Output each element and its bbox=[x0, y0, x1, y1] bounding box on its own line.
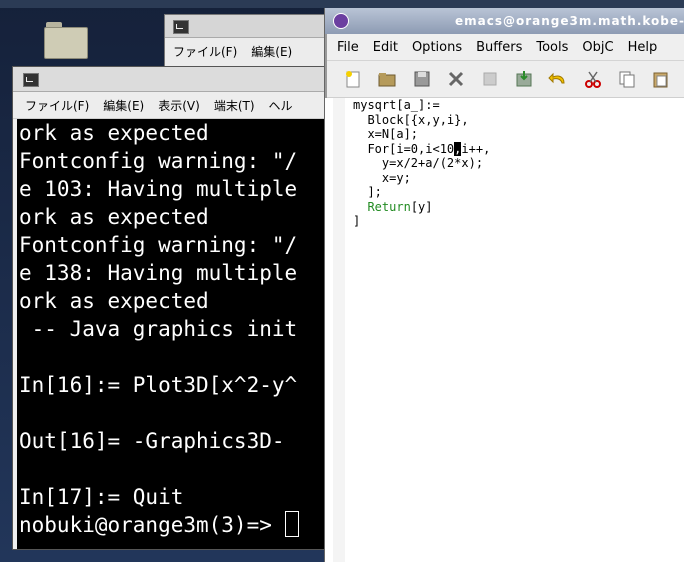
menu-edit[interactable]: Edit bbox=[373, 40, 398, 55]
menu-help[interactable]: Help bbox=[628, 40, 658, 55]
menu-terminal[interactable]: 端末(T) bbox=[214, 97, 255, 114]
code-line: y=x/2+a/(2*x); bbox=[353, 156, 484, 170]
emacs-icon bbox=[333, 13, 349, 29]
terminal-cursor bbox=[284, 511, 299, 537]
emacs-toolbar bbox=[325, 61, 684, 98]
menu-objc[interactable]: ObjC bbox=[582, 40, 613, 55]
code-text: [y] bbox=[410, 199, 433, 214]
window-title: emacs@orange3m.math.kobe-u bbox=[455, 14, 684, 28]
code-text: i++, bbox=[461, 141, 491, 156]
menu-buffers[interactable]: Buffers bbox=[476, 40, 522, 55]
save-as-icon[interactable] bbox=[480, 68, 500, 90]
menu-edit[interactable]: 編集(E) bbox=[251, 43, 292, 60]
terminal-line: ork as expected bbox=[19, 121, 209, 145]
terminal-titlebar[interactable] bbox=[13, 67, 331, 92]
editor-buffer[interactable]: mysqrt[a_]:= Block[{x,y,i}, x=N[a]; For[… bbox=[325, 98, 684, 562]
code-line: For[i=0,i<10,i++, bbox=[353, 141, 491, 157]
menu-help[interactable]: ヘル bbox=[269, 97, 293, 114]
code-line: Block[{x,y,i}, bbox=[353, 112, 469, 127]
emacs-window[interactable]: emacs@orange3m.math.kobe-u File Edit Opt… bbox=[324, 8, 684, 562]
code-line: ]; bbox=[353, 185, 382, 199]
copy-icon[interactable] bbox=[617, 68, 637, 90]
menu-tools[interactable]: Tools bbox=[536, 40, 568, 55]
terminal-prompt-line[interactable]: nobuki@orange3m(3)=> bbox=[17, 511, 331, 539]
menu-edit[interactable]: 編集(E) bbox=[103, 97, 144, 114]
terminal-window[interactable]: ファイル(F) 編集(E) 表示(V) 端末(T) ヘル ork as expe… bbox=[12, 66, 332, 550]
cut-icon[interactable] bbox=[582, 68, 602, 90]
terminal-line: ork as expected bbox=[19, 205, 209, 229]
code-line: x=N[a]; bbox=[353, 127, 419, 141]
terminal-screen[interactable]: ork as expected Fontconfig warning: "/ e… bbox=[17, 119, 331, 549]
editor-fringe bbox=[333, 98, 345, 562]
emacs-menubar: File Edit Options Buffers Tools ObjC Hel… bbox=[325, 34, 684, 61]
top-panel bbox=[0, 0, 684, 8]
close-icon[interactable] bbox=[446, 68, 466, 90]
menu-file[interactable]: ファイル(F) bbox=[25, 97, 89, 114]
back-window-titlebar[interactable] bbox=[165, 15, 335, 38]
emacs-titlebar[interactable]: emacs@orange3m.math.kobe-u bbox=[325, 8, 684, 34]
menu-file[interactable]: File bbox=[337, 40, 359, 55]
terminal-icon bbox=[23, 73, 39, 87]
terminal-prompt: nobuki@orange3m(3)=> bbox=[19, 513, 285, 537]
keyword: Return bbox=[367, 199, 411, 214]
menu-options[interactable]: Options bbox=[412, 40, 462, 55]
code-line: Return[y] bbox=[353, 200, 490, 215]
paste-icon[interactable] bbox=[651, 68, 671, 90]
terminal-line: e 138: Having multiple bbox=[19, 261, 298, 285]
new-file-icon[interactable] bbox=[343, 68, 363, 90]
undo-icon[interactable] bbox=[548, 68, 568, 90]
terminal-line: Out[16]= -Graphics3D- bbox=[19, 429, 285, 453]
terminal-line: In[17]:= Quit bbox=[19, 485, 184, 509]
save-icon[interactable] bbox=[411, 68, 431, 90]
terminal-line: In[16]:= Plot3D[x^2-y^ bbox=[19, 373, 298, 397]
code-text: For[i=0,i<10 bbox=[353, 141, 455, 156]
terminal-line: ork as expected bbox=[19, 289, 209, 313]
terminal-line: Fontconfig warning: "/ bbox=[19, 149, 298, 173]
save-all-icon[interactable] bbox=[514, 68, 534, 90]
menu-file[interactable]: ファイル(F) bbox=[173, 43, 237, 60]
back-window-menubar: ファイル(F) 編集(E) bbox=[165, 38, 335, 64]
terminal-line: e 103: Having multiple bbox=[19, 177, 298, 201]
code-line: mysqrt[a_]:= bbox=[353, 98, 440, 112]
folder-icon[interactable] bbox=[44, 22, 88, 59]
folder-body bbox=[44, 27, 88, 59]
code-line: ] bbox=[353, 214, 361, 228]
code-area[interactable]: mysqrt[a_]:= Block[{x,y,i}, x=N[a]; For[… bbox=[353, 98, 490, 229]
terminal-menubar: ファイル(F) 編集(E) 表示(V) 端末(T) ヘル bbox=[13, 92, 331, 119]
terminal-icon bbox=[173, 20, 189, 34]
menu-view[interactable]: 表示(V) bbox=[158, 97, 200, 114]
open-folder-icon[interactable] bbox=[377, 68, 397, 90]
terminal-line: Fontconfig warning: "/ bbox=[19, 233, 298, 257]
code-line: x=y; bbox=[353, 170, 411, 185]
terminal-line: -- Java graphics init bbox=[19, 317, 298, 341]
